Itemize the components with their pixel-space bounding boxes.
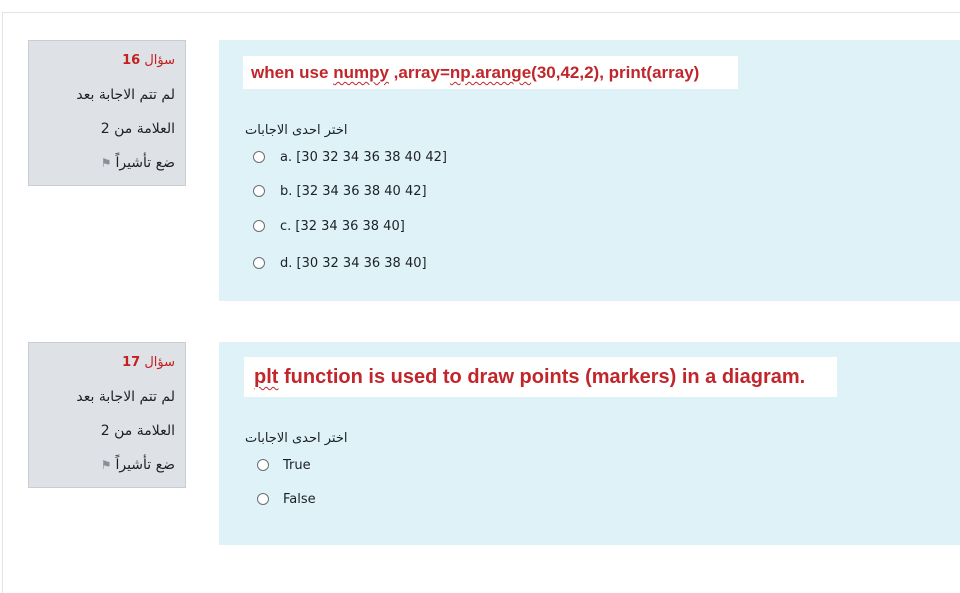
option-label: d. [30 32 34 36 38 40] [280,255,427,271]
question-number-value: 17 [122,355,141,370]
question-number-value: 16 [122,53,141,68]
answer-option-a[interactable]: a. [30 32 34 36 38 40 42] [253,146,447,168]
flag-label: ضع تأشيراً [115,155,175,171]
radio-button[interactable] [253,185,265,197]
question-status: لم تتم الاجابة بعد [76,389,175,405]
question-mark: العلامة من 2 [100,121,175,137]
answer-option-true[interactable]: True [257,454,311,476]
radio-button[interactable] [257,459,269,471]
option-label: False [283,491,316,507]
radio-button[interactable] [253,151,265,163]
radio-button[interactable] [253,257,265,269]
flag-icon: ⚑ [100,458,112,472]
question-text: plt function is used to draw points (mar… [244,357,837,397]
question-info-16: سؤال 16 لم تتم الاجابة بعد العلامة من 2 … [28,40,186,186]
flag-question-button[interactable]: ضع تأشيراً⚑ [39,455,175,475]
question-info-17: سؤال 17 لم تتم الاجابة بعد العلامة من 2 … [28,342,186,488]
answer-prompt: اختر احدى الاجابات [245,123,348,138]
question-content-17: plt function is used to draw points (mar… [219,342,960,545]
answer-option-c[interactable]: c. [32 34 36 38 40] [253,215,405,237]
question-number: سؤال 17 [122,355,175,370]
answer-option-false[interactable]: False [257,488,316,510]
question-text: when use numpy ,array=np.arange(30,42,2)… [243,56,738,89]
radio-button[interactable] [257,493,269,505]
option-label: b. [32 34 36 38 40 42] [280,183,427,199]
answer-prompt: اختر احدى الاجابات [245,431,348,446]
radio-button[interactable] [253,220,265,232]
question-mark: العلامة من 2 [100,423,175,439]
flag-icon: ⚑ [100,156,112,170]
flag-label: ضع تأشيراً [115,457,175,473]
option-label: c. [32 34 36 38 40] [280,218,405,234]
question-number: سؤال 16 [122,53,175,68]
question-content-16: when use numpy ,array=np.arange(30,42,2)… [219,40,960,301]
option-label: a. [30 32 34 36 38 40 42] [280,149,447,165]
flag-question-button[interactable]: ضع تأشيراً⚑ [39,153,175,173]
option-label: True [283,457,311,473]
answer-option-b[interactable]: b. [32 34 36 38 40 42] [253,180,427,202]
answer-option-d[interactable]: d. [30 32 34 36 38 40] [253,252,427,274]
question-status: لم تتم الاجابة بعد [76,87,175,103]
